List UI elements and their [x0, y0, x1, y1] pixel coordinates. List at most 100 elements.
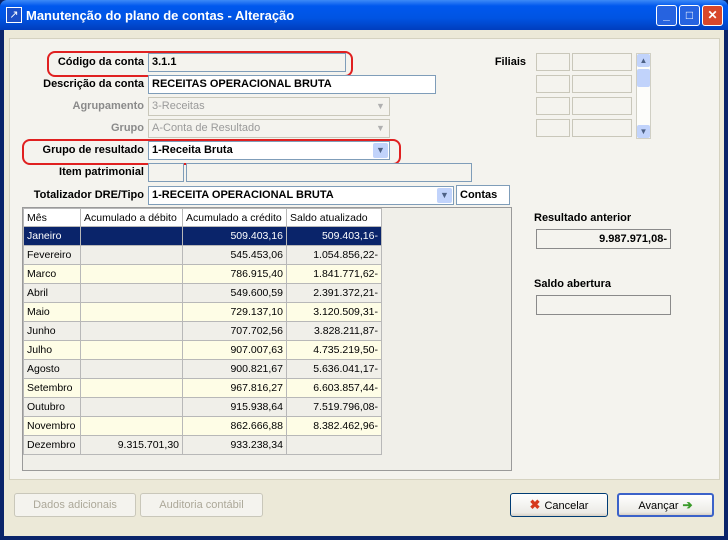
agrupamento-label: Agrupamento [72, 100, 145, 112]
cell: Janeiro [23, 226, 81, 246]
filial-cell[interactable] [572, 75, 632, 93]
main-panel: Código da conta 3.1.1 Descrição da conta… [9, 38, 720, 480]
cell: 6.603.857,44- [286, 378, 382, 398]
descricao-field[interactable]: RECEITAS OPERACIONAL BRUTA [148, 75, 436, 94]
agrupamento-value: 3-Receitas [152, 100, 205, 112]
cell: 5.636.041,17- [286, 359, 382, 379]
auditoria-button[interactable]: Auditoria contábil [140, 493, 263, 517]
cell: 3.120.509,31- [286, 302, 382, 322]
totalizador-value: 1-RECEITA OPERACIONAL BRUTA [152, 189, 334, 201]
grupo-select[interactable]: A-Conta de Resultado ▼ [148, 119, 390, 138]
cell: 509.403,16 [182, 226, 287, 246]
cell [286, 435, 382, 455]
dados-adicionais-button[interactable]: Dados adicionais [14, 493, 136, 517]
cell: 1.054.856,22- [286, 245, 382, 265]
filial-cell[interactable] [572, 53, 632, 71]
cell: Fevereiro [23, 245, 81, 265]
descricao-label: Descrição da conta [43, 78, 144, 90]
cell [80, 378, 183, 398]
scroll-thumb[interactable] [637, 69, 650, 87]
cell [80, 321, 183, 341]
filial-cell[interactable] [572, 97, 632, 115]
close-button[interactable]: ✕ [702, 5, 723, 26]
resultado-anterior-label: Resultado anterior [534, 212, 632, 224]
filiais-scrollbar[interactable]: ▲ ▼ [636, 53, 651, 139]
cell [80, 416, 183, 436]
cell: Dezembro [23, 435, 81, 455]
cell [80, 264, 183, 284]
cell [80, 245, 183, 265]
cell: 3.828.211,87- [286, 321, 382, 341]
contas-button[interactable]: Contas [456, 185, 510, 205]
cancel-x-icon: ✖ [529, 497, 541, 512]
saldo-abertura-label: Saldo abertura [534, 278, 612, 290]
grid-table: Mês Acumulado a débito Acumulado a crédi… [23, 208, 382, 455]
filiais-label: Filiais [494, 56, 526, 68]
minimize-button[interactable]: _ [656, 5, 677, 26]
table-row[interactable]: Junho 707.702,56 3.828.211,87- [23, 321, 382, 341]
grupo-resultado-label: Grupo de resultado [42, 144, 144, 156]
cell: Setembro [23, 378, 81, 398]
cancel-label: Cancelar [544, 500, 589, 512]
cell: 900.821,67 [182, 359, 287, 379]
next-button[interactable]: Avançar ➔ [617, 493, 714, 517]
col-credito[interactable]: Acumulado a crédito [182, 208, 287, 227]
cell: 915.938,64 [182, 397, 287, 417]
col-debito[interactable]: Acumulado a débito [80, 208, 183, 227]
col-mes[interactable]: Mês [23, 208, 81, 227]
cell: 967.816,27 [182, 378, 287, 398]
item-patrimonial-code[interactable] [148, 163, 184, 182]
cell: Junho [23, 321, 81, 341]
table-row[interactable]: Outubro 915.938,64 7.519.796,08- [23, 397, 382, 417]
cell: 4.735.219,50- [286, 340, 382, 360]
title-bar[interactable]: ↗ Manutenção do plano de contas - Altera… [0, 0, 728, 30]
monthly-grid[interactable]: Mês Acumulado a débito Acumulado a crédi… [22, 207, 512, 471]
grupo-resultado-select[interactable]: 1-Receita Bruta ▼ [148, 141, 390, 160]
table-row[interactable]: Abril 549.600,59 2.391.372,21- [23, 283, 382, 303]
grupo-label: Grupo [111, 122, 144, 134]
filial-cell[interactable] [536, 119, 570, 137]
filial-cell[interactable] [572, 119, 632, 137]
cell: Agosto [23, 359, 81, 379]
cell [80, 283, 183, 303]
filial-cell[interactable] [536, 53, 570, 71]
cell: 9.315.701,30 [80, 435, 183, 455]
scroll-up-icon[interactable]: ▲ [637, 54, 650, 67]
grid-header: Mês Acumulado a débito Acumulado a crédi… [23, 208, 382, 227]
table-row[interactable]: Novembro 862.666,88 8.382.462,96- [23, 416, 382, 436]
grupo-resultado-value: 1-Receita Bruta [152, 144, 233, 156]
table-row[interactable]: Dezembro 9.315.701,30 933.238,34 [23, 435, 382, 455]
cell: 862.666,88 [182, 416, 287, 436]
table-row[interactable]: Setembro 967.816,27 6.603.857,44- [23, 378, 382, 398]
cell: 729.137,10 [182, 302, 287, 322]
maximize-button[interactable]: □ [679, 5, 700, 26]
codigo-field[interactable]: 3.1.1 [148, 53, 346, 72]
table-row[interactable]: Fevereiro 545.453,06 1.054.856,22- [23, 245, 382, 265]
codigo-label: Código da conta [57, 56, 144, 68]
cell [80, 226, 183, 246]
arrow-right-icon: ➔ [682, 498, 693, 512]
item-patrimonial-desc[interactable] [186, 163, 472, 182]
cell: Novembro [23, 416, 81, 436]
cell: 8.382.462,96- [286, 416, 382, 436]
table-row[interactable]: Julho 907.007,63 4.735.219,50- [23, 340, 382, 360]
window-title: Manutenção do plano de contas - Alteraçã… [26, 8, 295, 23]
chevron-down-icon: ▼ [373, 143, 388, 158]
cell [80, 397, 183, 417]
table-row[interactable]: Maio 729.137,10 3.120.509,31- [23, 302, 382, 322]
totalizador-select[interactable]: 1-RECEITA OPERACIONAL BRUTA ▼ [148, 186, 454, 205]
cell: Abril [23, 283, 81, 303]
table-row[interactable]: Agosto 900.821,67 5.636.041,17- [23, 359, 382, 379]
table-row[interactable]: Marco 786.915,40 1.841.771,62- [23, 264, 382, 284]
filial-cell[interactable] [536, 97, 570, 115]
cell: 7.519.796,08- [286, 397, 382, 417]
cell: 545.453,06 [182, 245, 287, 265]
cell [80, 302, 183, 322]
col-saldo[interactable]: Saldo atualizado [286, 208, 382, 227]
agrupamento-select[interactable]: 3-Receitas ▼ [148, 97, 390, 116]
cancel-button[interactable]: ✖ Cancelar [510, 493, 608, 517]
table-row[interactable]: Janeiro 509.403,16 509.403,16- [23, 226, 382, 246]
cell [80, 340, 183, 360]
filial-cell[interactable] [536, 75, 570, 93]
scroll-down-icon[interactable]: ▼ [637, 125, 650, 138]
